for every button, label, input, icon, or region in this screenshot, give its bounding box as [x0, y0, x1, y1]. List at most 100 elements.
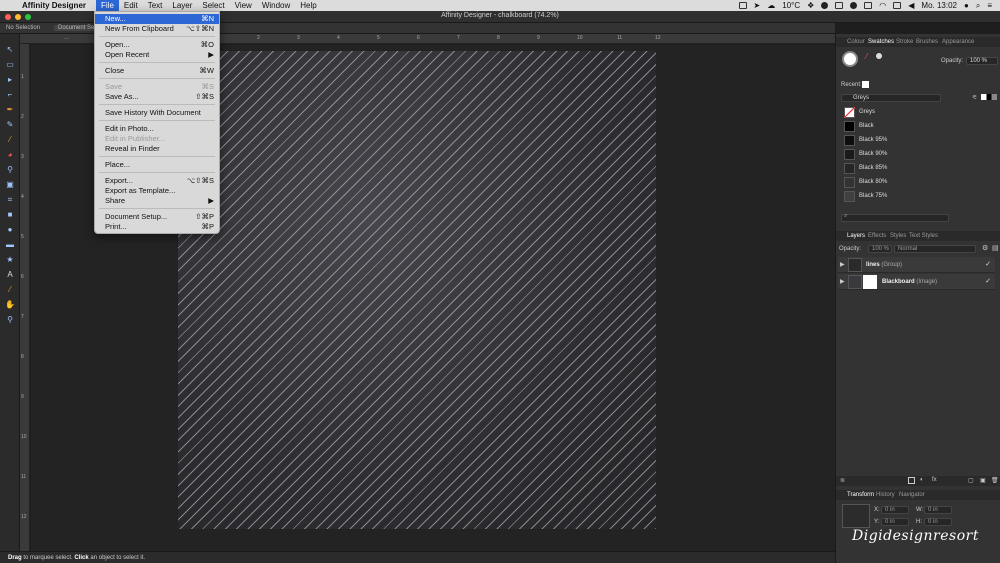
fill-colour-icon[interactable] — [842, 51, 858, 67]
swatch-item[interactable]: Black 95% — [842, 134, 996, 147]
zoom-tool-icon[interactable]: ⚲ — [4, 314, 16, 326]
battery-icon[interactable] — [864, 2, 873, 9]
recent-swatch[interactable] — [862, 81, 869, 88]
move-tool-icon[interactable]: ↖ — [4, 44, 16, 56]
x-input[interactable]: 0 in — [881, 506, 909, 514]
anchor-widget[interactable] — [842, 504, 870, 528]
eyedropper-tool-icon[interactable]: ⁄ — [4, 284, 16, 296]
corner-tool-icon[interactable]: ⌐ — [4, 89, 16, 101]
menu-item-document-setup[interactable]: Document Setup... ⇧⌘P — [95, 212, 219, 222]
ellipse-tool-icon[interactable]: ● — [4, 224, 16, 236]
artboard-tool-icon[interactable]: ▭ — [4, 59, 16, 71]
colour-chips[interactable] — [981, 94, 997, 100]
weather-icon[interactable]: ☁ — [767, 1, 775, 10]
blend-mode-select[interactable]: Normal — [894, 245, 976, 253]
palette-options-icon[interactable]: ⚟ — [972, 94, 977, 101]
clock-label[interactable]: Mo. 13:02 — [921, 1, 957, 10]
swatch-item[interactable]: Black — [842, 120, 996, 133]
h-input[interactable]: 0 in — [924, 518, 952, 526]
swatch-item[interactable]: Black 75% — [842, 190, 996, 203]
control-center-icon[interactable]: ≡ — [987, 1, 992, 10]
menu-item-edit-in-photo[interactable]: Edit in Photo... — [95, 124, 219, 134]
rectangle-tool-icon[interactable]: ■ — [4, 209, 16, 221]
chalkboard-artboard[interactable] — [178, 51, 656, 529]
tab-colour[interactable]: Colour — [847, 39, 865, 45]
menu-item-new-from-clipboard[interactable]: New From Clipboard ⌥⇧⌘N — [95, 24, 219, 34]
layers-stack-icon[interactable]: ≋ — [840, 477, 845, 484]
no-fill-icon[interactable]: ⁄ — [866, 52, 867, 61]
layer-row-blackboard[interactable]: ▶ Blackboard (Image) ✓ — [838, 274, 995, 290]
node-tool-icon[interactable]: ▸ — [4, 74, 16, 86]
lock-icon[interactable]: ▤ — [992, 244, 999, 252]
layer-row-lines[interactable]: ▶ lines (Group) ✓ — [838, 257, 995, 273]
layer-opacity-input[interactable]: 100 % — [868, 245, 892, 253]
trash-icon[interactable]: 🗑 — [991, 477, 999, 484]
tab-stroke[interactable]: Stroke — [896, 39, 913, 45]
menu-window[interactable]: Window — [257, 0, 295, 11]
menu-file[interactable]: File — [96, 0, 119, 11]
menu-item-open[interactable]: Open... ⌘O — [95, 40, 219, 50]
temperature-label[interactable]: 10°C — [782, 1, 800, 10]
menu-item-new[interactable]: New... ⌘N — [95, 14, 219, 24]
adjustment-icon[interactable]: ◐ — [920, 477, 924, 483]
visibility-check-icon[interactable]: ✓ — [985, 277, 991, 285]
menu-item-close[interactable]: Close ⌘W — [95, 66, 219, 76]
swatch-search-input[interactable] — [841, 214, 949, 222]
pencil-tool-icon[interactable]: ✎ — [4, 119, 16, 131]
airplay-icon[interactable] — [893, 2, 902, 9]
tab-history[interactable]: History — [876, 492, 895, 498]
fx-icon[interactable]: fx — [932, 477, 937, 483]
menu-item-save-as[interactable]: Save As... ⇧⌘S — [95, 92, 219, 102]
mask-icon[interactable] — [908, 477, 915, 484]
menu-view[interactable]: View — [230, 0, 257, 11]
swatch-item[interactable]: Black 85% — [842, 162, 996, 175]
tab-layers[interactable]: Layers — [847, 233, 865, 239]
rounded-rect-tool-icon[interactable]: ▬ — [4, 239, 16, 251]
crop-tool-icon[interactable]: ⌗ — [4, 194, 16, 206]
app-menu[interactable]: Affinity Designer — [22, 1, 86, 10]
menu-item-share[interactable]: Share ▶ — [95, 196, 219, 206]
text-tool-icon[interactable]: A — [4, 269, 16, 281]
add-layer-icon[interactable]: ▢ — [968, 477, 974, 484]
tab-effects[interactable]: Effects — [868, 233, 886, 239]
expand-arrow-icon[interactable]: ▶ — [840, 278, 845, 285]
siri-icon[interactable]: ● — [964, 1, 969, 10]
vpn-icon[interactable] — [821, 2, 829, 9]
visibility-check-icon[interactable]: ✓ — [985, 260, 991, 268]
menu-item-reveal-in-finder[interactable]: Reveal in Finder — [95, 144, 219, 154]
gear-icon[interactable]: ⚙ — [982, 244, 988, 252]
menu-select[interactable]: Select — [197, 0, 229, 11]
tab-styles[interactable]: Styles — [890, 233, 906, 239]
pen-tool-icon[interactable]: ✒ — [4, 104, 16, 116]
tab-swatches[interactable]: Swatches — [868, 39, 894, 45]
w-input[interactable]: 0 in — [924, 506, 952, 514]
fill-tool-icon[interactable]: ◕ — [4, 149, 16, 161]
wifi-icon[interactable]: ◠ — [879, 1, 886, 10]
menu-item-place[interactable]: Place... — [95, 160, 219, 170]
menu-item-print[interactable]: Print... ⌘P — [95, 222, 219, 232]
menu-help[interactable]: Help — [295, 0, 321, 11]
opacity-input[interactable]: 100 % — [966, 57, 998, 65]
menu-edit[interactable]: Edit — [119, 0, 143, 11]
dropbox-icon[interactable]: ❖ — [807, 1, 814, 10]
place-image-tool-icon[interactable]: ▣ — [4, 179, 16, 191]
expand-arrow-icon[interactable]: ▶ — [840, 261, 845, 268]
menu-item-export-as-template[interactable]: Export as Template... — [95, 186, 219, 196]
menu-item-export[interactable]: Export... ⌥⇧⌘S — [95, 176, 219, 186]
swatch-item[interactable]: Greys — [842, 106, 996, 119]
star-tool-icon[interactable]: ★ — [4, 254, 16, 266]
swatch-item[interactable]: Black 80% — [842, 176, 996, 189]
display-icon[interactable] — [835, 2, 844, 9]
menu-item-save-history[interactable]: Save History With Document — [95, 108, 219, 118]
group-icon[interactable]: ▣ — [980, 477, 986, 484]
stroke-colour-icon[interactable] — [876, 53, 882, 59]
y-input[interactable]: 0 in — [881, 518, 909, 526]
palette-select[interactable]: Greys — [841, 94, 941, 102]
tab-appearance[interactable]: Appearance — [942, 39, 974, 45]
n-app-icon[interactable] — [850, 2, 858, 9]
tab-brushes[interactable]: Brushes — [916, 39, 938, 45]
hand-tool-icon[interactable]: ✋ — [4, 299, 16, 311]
tab-transform[interactable]: Transform — [847, 492, 874, 498]
volume-icon[interactable]: ◀ — [908, 1, 914, 10]
screen-icon[interactable] — [738, 2, 747, 9]
